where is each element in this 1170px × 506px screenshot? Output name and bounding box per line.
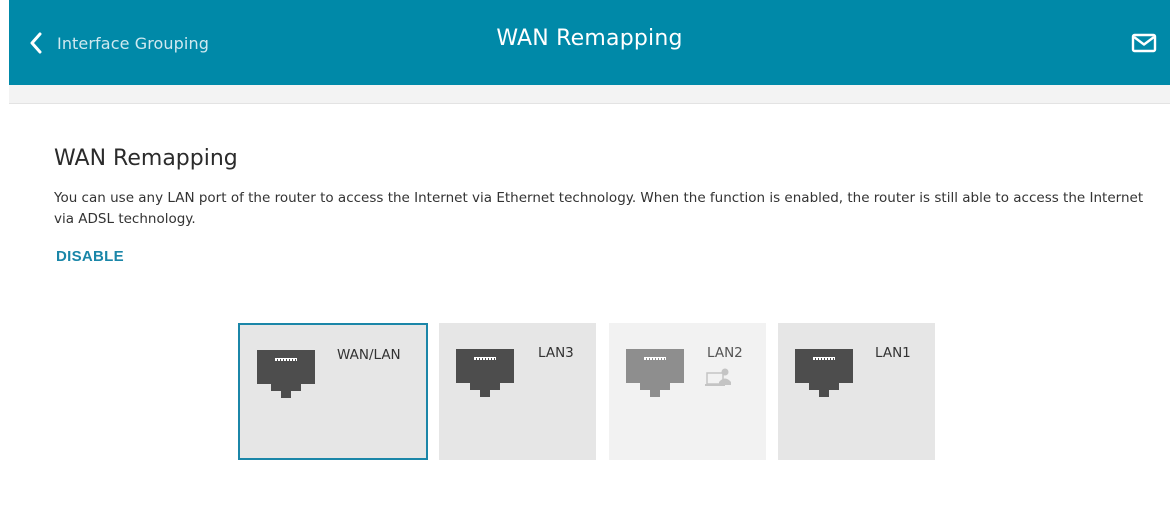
port-lan1[interactable]: LAN1: [778, 323, 935, 460]
disable-button[interactable]: DISABLE: [56, 248, 124, 265]
port-lan3[interactable]: LAN3: [439, 323, 596, 460]
ethernet-port-icon: [626, 349, 684, 397]
port-label: LAN1: [875, 345, 911, 361]
port-label: LAN2: [707, 345, 743, 361]
port-selector: WAN/LAN LAN3 LAN2 LAN1: [238, 323, 938, 463]
app-window: Interface Grouping WAN Remapping WAN Rem…: [0, 0, 1170, 506]
ethernet-port-icon: [795, 349, 853, 397]
mail-icon: [1131, 33, 1157, 53]
port-label: WAN/LAN: [337, 347, 401, 363]
connected-client-icon: [705, 368, 731, 386]
header-divider-band: [9, 85, 1170, 104]
port-lan2[interactable]: LAN2: [609, 323, 766, 460]
mail-button[interactable]: [1131, 32, 1157, 54]
ethernet-port-icon: [456, 349, 514, 397]
ethernet-port-icon: [257, 350, 315, 398]
port-label: LAN3: [538, 345, 574, 361]
section-description: You can use any LAN port of the router t…: [54, 190, 1144, 227]
section-title: WAN Remapping: [54, 146, 238, 171]
page-title: WAN Remapping: [496, 26, 683, 51]
port-wan-lan[interactable]: WAN/LAN: [238, 323, 428, 460]
header-bar: Interface Grouping WAN Remapping: [9, 0, 1170, 85]
main-content: WAN Remapping You can use any LAN port o…: [9, 104, 1170, 506]
